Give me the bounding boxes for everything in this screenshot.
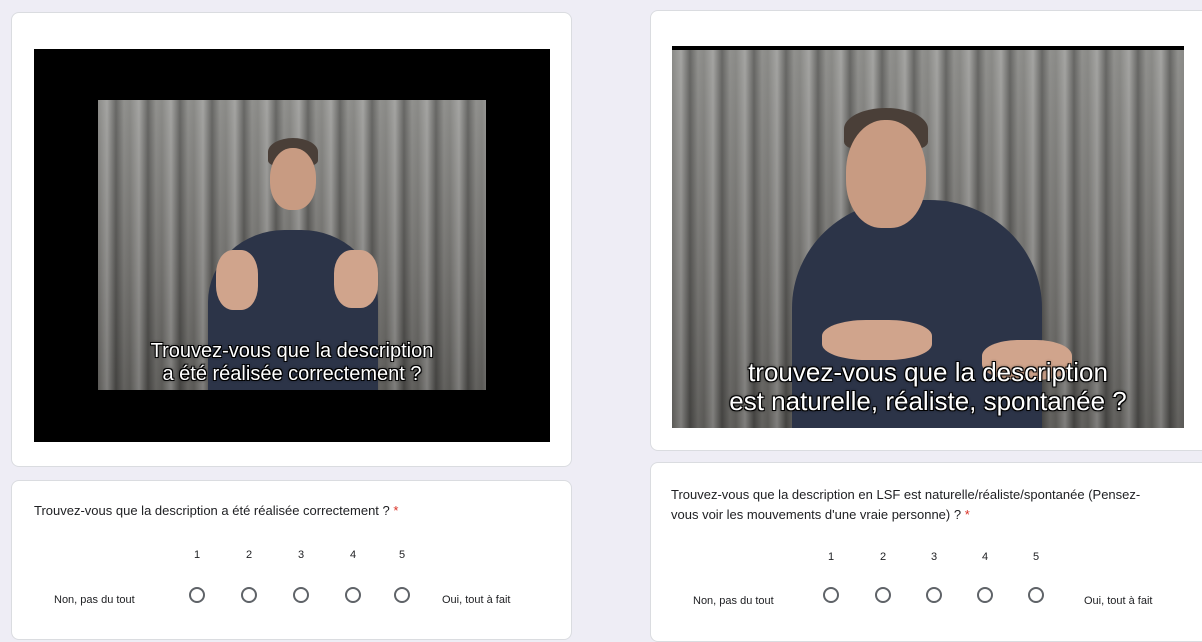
radio-option-1[interactable] bbox=[189, 587, 205, 603]
required-asterisk: * bbox=[393, 503, 399, 518]
question-text: Trouvez-vous que la description a été ré… bbox=[34, 503, 399, 518]
right-video-frame-image: trouvez-vous que la description est natu… bbox=[672, 50, 1184, 428]
scale-number: 3 bbox=[297, 549, 305, 561]
scale-high-label: Oui, tout à fait bbox=[1084, 595, 1153, 607]
scale-number: 3 bbox=[930, 551, 938, 563]
scale-number: 4 bbox=[349, 549, 357, 561]
scale-number: 1 bbox=[827, 551, 835, 563]
question-text: Trouvez-vous que la description en LSF e… bbox=[671, 487, 1141, 522]
scale-number: 1 bbox=[193, 549, 201, 561]
left-video-subtitle: Trouvez-vous que la description a été ré… bbox=[150, 340, 434, 385]
scale-low-label: Non, pas du tout bbox=[693, 595, 774, 607]
left-question-card: Trouvez-vous que la description a été ré… bbox=[11, 480, 572, 640]
left-video-card: Trouvez-vous que la description a été ré… bbox=[11, 12, 572, 467]
left-video-frame-image: Trouvez-vous que la description a été ré… bbox=[98, 100, 486, 390]
scale-number: 5 bbox=[398, 549, 406, 561]
radio-option-3[interactable] bbox=[293, 587, 309, 603]
scale-low-label: Non, pas du tout bbox=[54, 594, 135, 606]
right-question-card: Trouvez-vous que la description en LSF e… bbox=[650, 462, 1202, 642]
scale-number: 2 bbox=[245, 549, 253, 561]
radio-option-2[interactable] bbox=[875, 587, 891, 603]
right-video-player[interactable]: trouvez-vous que la description est natu… bbox=[672, 46, 1184, 428]
scale-number: 4 bbox=[981, 551, 989, 563]
scale-number: 5 bbox=[1032, 551, 1040, 563]
radio-option-5[interactable] bbox=[394, 587, 410, 603]
radio-option-1[interactable] bbox=[823, 587, 839, 603]
scale-high-label: Oui, tout à fait bbox=[442, 594, 511, 606]
left-video-player[interactable]: Trouvez-vous que la description a été ré… bbox=[34, 49, 550, 442]
radio-option-4[interactable] bbox=[345, 587, 361, 603]
right-video-card: trouvez-vous que la description est natu… bbox=[650, 10, 1202, 451]
required-asterisk: * bbox=[964, 507, 970, 522]
radio-option-5[interactable] bbox=[1028, 587, 1044, 603]
radio-option-4[interactable] bbox=[977, 587, 993, 603]
radio-option-2[interactable] bbox=[241, 587, 257, 603]
radio-option-3[interactable] bbox=[926, 587, 942, 603]
right-video-subtitle: trouvez-vous que la description est natu… bbox=[729, 357, 1127, 416]
scale-number: 2 bbox=[879, 551, 887, 563]
